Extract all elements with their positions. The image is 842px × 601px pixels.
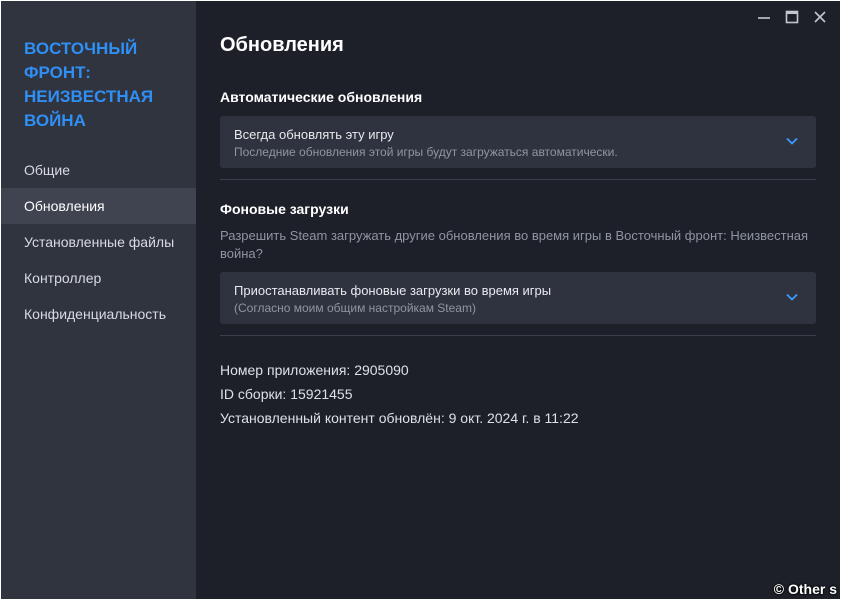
- section-divider: [220, 335, 816, 336]
- close-icon: [814, 11, 826, 23]
- auto-updates-value: Всегда обновлять эту игру: [234, 127, 394, 142]
- watermark: © Other s: [773, 581, 837, 597]
- sidebar-nav: Общие Обновления Установленные файлы Кон…: [1, 152, 196, 332]
- sidebar-item-updates[interactable]: Обновления: [1, 188, 196, 224]
- background-downloads-dropdown[interactable]: Приостанавливать фоновые загрузки во вре…: [220, 272, 816, 324]
- background-downloads-value: Приостанавливать фоновые загрузки во вре…: [234, 283, 552, 298]
- auto-updates-heading: Автоматические обновления: [220, 89, 423, 105]
- auto-updates-dropdown[interactable]: Всегда обновлять эту игру Последние обно…: [220, 116, 816, 168]
- properties-window: ВОСТОЧНЫЙ ФРОНТ: НЕИЗВЕСТНАЯ ВОЙНА Общие…: [1, 1, 840, 599]
- background-downloads-heading: Фоновые загрузки: [220, 201, 349, 217]
- sidebar: ВОСТОЧНЫЙ ФРОНТ: НЕИЗВЕСТНАЯ ВОЙНА Общие…: [1, 1, 196, 599]
- background-downloads-description: Разрешить Steam загружать другие обновле…: [220, 228, 809, 261]
- minimize-icon: [758, 17, 770, 19]
- content-updated: Установленный контент обновлён: 9 окт. 2…: [220, 410, 579, 426]
- section-divider: [220, 179, 816, 180]
- sidebar-item-installed-files[interactable]: Установленные файлы: [1, 224, 196, 260]
- close-button[interactable]: [806, 7, 834, 27]
- background-downloads-note: (Согласно моим общим настройкам Steam): [234, 301, 476, 315]
- chevron-down-icon: [786, 293, 798, 301]
- auto-updates-description: Последние обновления этой игры будут заг…: [234, 145, 618, 159]
- app-id: Номер приложения: 2905090: [220, 362, 409, 378]
- sidebar-item-general[interactable]: Общие: [1, 152, 196, 188]
- maximize-icon: [785, 10, 799, 24]
- game-title: ВОСТОЧНЫЙ ФРОНТ: НЕИЗВЕСТНАЯ ВОЙНА: [24, 39, 154, 130]
- sidebar-item-controller[interactable]: Контроллер: [1, 260, 196, 296]
- chevron-down-icon: [786, 137, 798, 145]
- minimize-button[interactable]: [750, 7, 778, 27]
- maximize-button[interactable]: [778, 7, 806, 27]
- page-title: Обновления: [220, 34, 344, 56]
- window-controls: [750, 7, 834, 27]
- sidebar-item-privacy[interactable]: Конфиденциальность: [1, 296, 196, 332]
- build-id: ID сборки: 15921455: [220, 386, 353, 402]
